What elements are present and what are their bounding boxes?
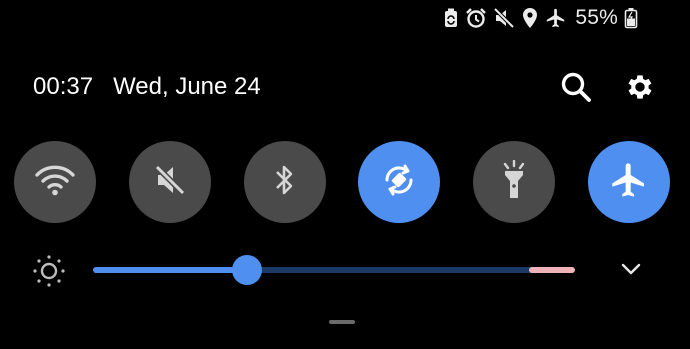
header-actions	[560, 71, 656, 103]
airplane-icon	[609, 160, 649, 205]
tile-bluetooth[interactable]	[244, 141, 326, 223]
search-icon[interactable]	[560, 71, 592, 103]
chevron-down-icon[interactable]	[620, 258, 642, 285]
mute-icon	[493, 7, 515, 29]
recycle-battery-icon	[443, 8, 459, 28]
battery-percent: 55%	[575, 6, 618, 29]
gear-icon[interactable]	[624, 71, 656, 103]
mute-icon	[153, 163, 187, 202]
location-icon	[521, 7, 539, 29]
bluetooth-icon	[273, 162, 297, 203]
rotate-icon	[379, 160, 419, 205]
brightness-fill	[93, 267, 247, 273]
quick-settings-tiles	[14, 141, 670, 223]
brightness-slider-thumb[interactable]	[231, 255, 262, 285]
date-label[interactable]: Wed, June 24	[113, 73, 261, 101]
panel-drag-handle[interactable]	[329, 320, 355, 324]
tile-wifi[interactable]	[14, 141, 96, 223]
tile-sound[interactable]	[129, 141, 211, 223]
brightness-control	[30, 250, 660, 290]
tile-airplane-mode[interactable]	[588, 141, 670, 223]
tile-flashlight[interactable]	[473, 141, 555, 223]
flashlight-icon	[499, 159, 529, 205]
alarm-icon	[465, 7, 487, 29]
airplane-icon	[545, 7, 567, 29]
status-bar: 55%	[443, 6, 638, 30]
brightness-icon	[32, 254, 66, 293]
panel-header: 00:37 Wed, June 24	[33, 70, 656, 104]
battery-icon	[624, 7, 638, 29]
tile-auto-rotate[interactable]	[358, 141, 440, 223]
wifi-icon	[34, 163, 76, 202]
brightness-track-end	[529, 267, 575, 273]
clock-time[interactable]: 00:37	[33, 73, 93, 101]
